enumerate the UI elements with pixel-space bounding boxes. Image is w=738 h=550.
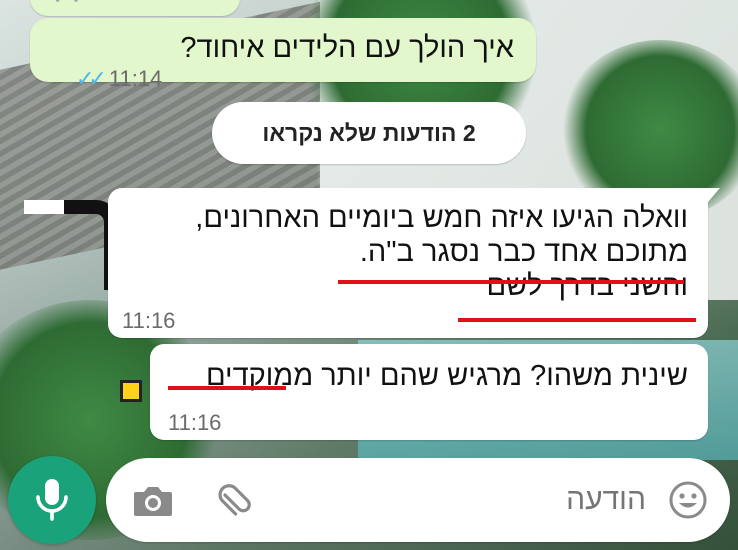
message-composer [106,458,730,542]
message-line: וואלה הגיעו איזה חמש ביומיים האחרונים, [195,202,688,234]
incoming-message-bubble[interactable]: שינית משהו? מרגיש שהם יותר ממוקדים 11:16 [150,344,708,440]
message-meta: ✓✓ 11:14 [76,66,162,92]
message-line: והשני בדרך לשם [486,270,688,302]
previous-message-bubble[interactable]: ✓✓ [30,0,240,16]
message-time: 11:16 [122,308,176,333]
unread-messages-banner: 2 הודעות שלא נקראו [212,102,526,164]
red-underline-annotation [458,318,696,322]
red-underline-annotation [338,280,684,284]
incoming-message-bubble[interactable]: וואלה הגיעו איזה חמש ביומיים האחרונים, מ… [108,188,720,338]
emoji-icon[interactable] [668,480,708,520]
microphone-icon [36,479,68,521]
message-time: 11:14 [108,66,163,91]
paperclip-icon[interactable] [210,480,254,524]
message-input[interactable] [346,478,646,522]
message-time: 11:16 [168,410,222,435]
message-line: מתוכם אחד כבר נסגר ב"ה. [359,236,688,268]
camera-icon[interactable] [132,482,174,520]
outgoing-message-bubble[interactable]: איך הולך עם הלידים איחוד? ✓✓ 11:14 [30,18,536,92]
double-check-icon: ✓✓ [76,66,107,92]
message-text: איך הולך עם הלידים איחוד? [180,32,514,64]
microphone-button[interactable] [8,456,96,544]
double-check-icon: ✓✓ [52,0,89,10]
wallpaper-yellow-square [120,380,142,402]
red-underline-annotation [168,386,286,390]
